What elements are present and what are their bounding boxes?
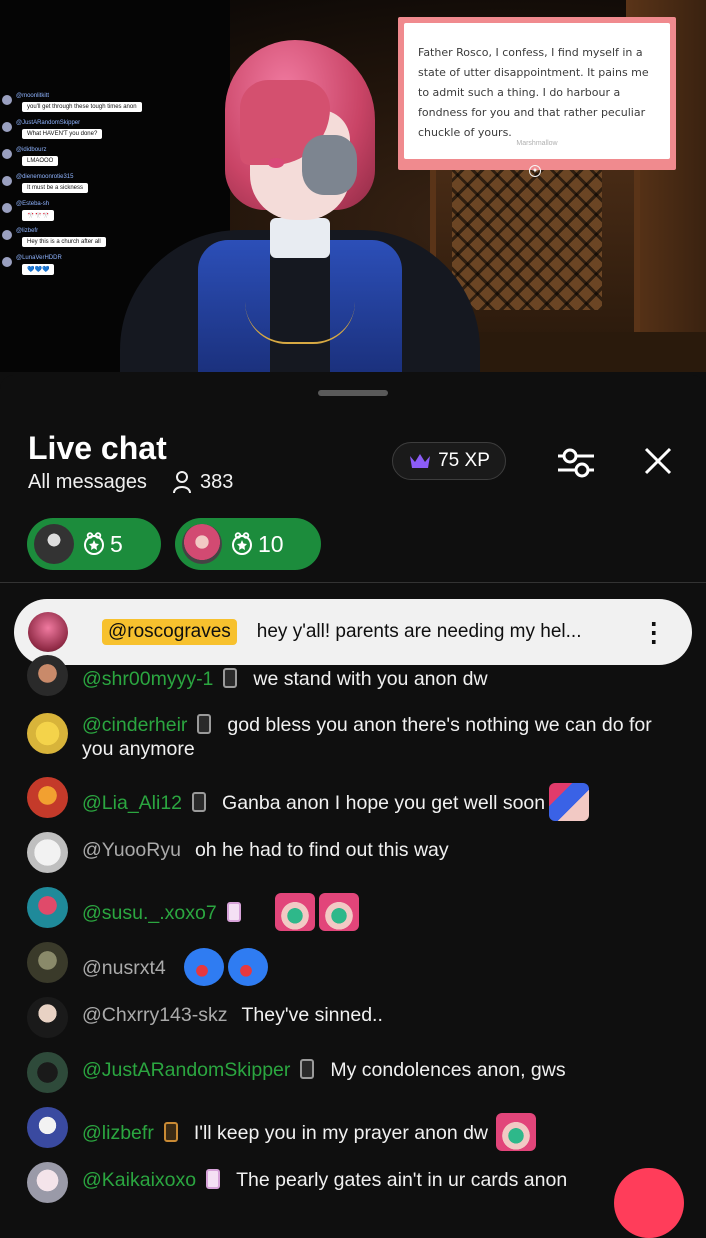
author-name[interactable]: @lizbefr [82,1122,154,1144]
message-text: Ganba anon I hope you get well soon [222,792,546,814]
overlay-chat-message: @Esteba-sh 🎌🎌🎌 [0,200,160,227]
marshmallow-text: Father Rosco, I confess, I find myself i… [418,46,649,139]
chat-message: @susu._.xoxo7 [0,887,706,948]
overlay-chat-message: @moonlitkitt you'll get through these tou… [0,92,160,119]
chat-message: @JustARandomSkipper My condolences anon, … [0,1052,706,1113]
avatar [27,832,68,873]
panel-title: Live chat [28,430,167,466]
stream-video[interactable]: @moonlitkitt you'll get through these tou… [0,0,706,372]
custom-emoji-icon [549,783,590,821]
author-name[interactable]: @shr00myyy-1 [82,668,213,690]
supporter-stickers: 5 10 [27,518,321,570]
supporter-chip[interactable]: 10 [175,518,321,570]
gift-badge-icon [232,532,252,555]
custom-emoji-icon [274,893,315,931]
avatar [27,1052,68,1093]
chat-message: @nusrxt4 [0,942,706,1003]
close-icon[interactable] [640,443,676,479]
xp-button[interactable]: 75 XP [392,442,506,480]
pinned-text: hey y'all! parents are needing my hel... [256,621,582,642]
custom-emoji-icon [227,948,268,986]
author-name[interactable]: @Chxrry143-skz [82,1004,228,1026]
chat-message: @Lia_Ali12 Ganba anon I hope you get well… [0,777,706,838]
viewer-count: 383 [172,470,233,494]
author-name[interactable]: @JustARandomSkipper [82,1059,290,1081]
avatar [27,1162,68,1203]
avatar [27,713,68,754]
marshmallow-brand: Marshmallow [516,140,558,147]
avatar [27,997,68,1038]
custom-emoji-icon [318,893,359,931]
author-name[interactable]: @nusrxt4 [82,957,166,979]
message-text: oh he had to find out this way [194,839,449,861]
live-chat-panel: Live chat All messages 383 75 XP 5 10 @r… [0,375,706,1203]
custom-emoji-icon [496,1113,537,1151]
stream-overlay-chat: @moonlitkitt you'll get through these tou… [0,92,160,281]
drag-handle[interactable] [318,390,388,396]
member-badge-icon [197,714,212,734]
member-badge-icon [163,1122,178,1142]
reaction-heart-button[interactable] [614,1168,684,1238]
author-name[interactable]: @cinderheir [82,714,187,736]
pinned-author[interactable]: @roscograves [102,619,237,645]
chat-message: @lizbefr I'll keep you in my prayer anon … [0,1107,706,1168]
overlay-chat-message: @ididbourz LMAOOO [0,146,160,173]
message-text: we stand with you anon dw [253,668,488,690]
filter-sliders-icon[interactable] [556,445,596,481]
chat-message-list[interactable]: @shr00myyy-1 we stand with you anon dw @c… [0,655,706,1223]
pinned-message[interactable]: @roscograves hey y'all! parents are need… [14,599,692,665]
author-name[interactable]: @YuooRyu [82,839,181,861]
message-text: The pearly gates ain't in ur cards anon [236,1169,568,1191]
avatar [27,887,68,928]
chat-message: @YuooRyu oh he had to find out this way [0,832,706,893]
crown-icon [410,454,431,468]
message-text: They've sinned.. [241,1004,383,1026]
more-options-icon[interactable]: ⋮ [641,619,667,645]
custom-emoji-icon [183,948,224,986]
avatar [27,942,68,983]
avatar [28,612,68,652]
avatar [27,1107,68,1148]
member-badge-icon [192,792,207,812]
message-text: I'll keep you in my prayer anon dw [193,1122,489,1144]
author-name[interactable]: @susu._.xoxo7 [82,902,217,924]
avatar [34,524,74,564]
chat-message: @shr00myyy-1 we stand with you anon dw [0,655,706,713]
chat-message: @Kaikaixoxo The pearly gates ain't in ur … [0,1162,706,1223]
author-name[interactable]: @Kaikaixoxo [82,1169,196,1191]
member-badge-icon [206,1169,221,1189]
overlay-chat-message: @LunaVerHDDR 💙💙💙 [0,254,160,281]
overlay-chat-message: @dienemoonrotie315 It must be a sickness [0,173,160,200]
chat-filter-dropdown[interactable]: All messages [28,471,147,494]
supporter-count: 10 [258,530,284,557]
avatar [182,524,222,564]
marshmallow-card: Father Rosco, I confess, I find myself i… [398,17,676,177]
chat-message: @cinderheir god bless you anon there's no… [0,713,706,783]
member-badge-icon [300,1059,315,1079]
marshmallow-icon: ✦ [529,165,541,177]
member-badge-icon [226,902,241,922]
xp-value: 75 XP [438,450,490,471]
gift-badge-icon [84,532,104,555]
overlay-chat-message: @JustARandomSkipper What HAVEN'T you done… [0,119,160,146]
overlay-chat-message: @lizbefr Hey this is a church after all [0,227,160,254]
person-icon [173,471,191,494]
chat-message: @Chxrry143-skz They've sinned.. [0,997,706,1058]
supporter-count: 5 [110,530,123,557]
avatar [27,655,68,696]
author-name[interactable]: @Lia_Ali12 [82,792,182,814]
message-text: My condolences anon, gws [330,1059,566,1081]
viewer-count-value: 383 [200,470,234,493]
member-badge-icon [223,668,238,688]
divider [0,582,706,583]
avatar [27,777,68,818]
supporter-chip[interactable]: 5 [27,518,161,570]
